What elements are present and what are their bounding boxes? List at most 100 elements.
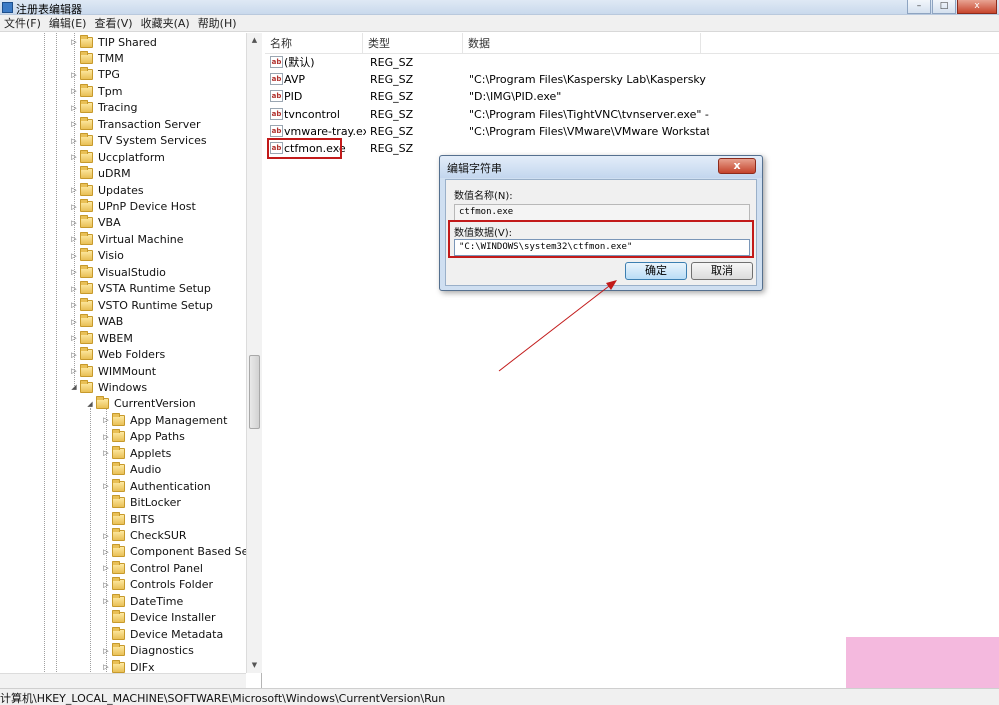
tree-node[interactable]: ◢ CurrentVersion: [86, 396, 196, 412]
scroll-down-arrow[interactable]: ▼: [247, 658, 262, 673]
tree-node[interactable]: ▷ Web Folders: [70, 347, 165, 363]
expand-arrow-icon[interactable]: ▷: [70, 219, 78, 227]
tree-node[interactable]: ▷ TV System Services: [70, 133, 207, 149]
expand-arrow-icon[interactable]: ▷: [102, 416, 110, 424]
minimize-button[interactable]: –: [907, 0, 931, 14]
expand-arrow-icon[interactable]: ▷: [70, 351, 78, 359]
tree-horizontal-scrollbar[interactable]: [0, 673, 246, 688]
dialog-close-button[interactable]: x: [718, 158, 756, 174]
expand-arrow-icon[interactable]: ▷: [70, 186, 78, 194]
expand-arrow-icon[interactable]: ▷: [70, 252, 78, 260]
value-row[interactable]: ab tvncontrol REG_SZ "C:\Program Files\Tigh…: [265, 106, 999, 123]
tree-node[interactable]: Device Metadata: [102, 626, 223, 642]
tree-node[interactable]: BitLocker: [102, 495, 181, 511]
tree-node[interactable]: ▷ WIMMount: [70, 363, 156, 379]
menu-view[interactable]: 查看(V): [90, 15, 136, 31]
tree-node[interactable]: ▷ Control Panel: [102, 560, 203, 576]
expand-arrow-icon[interactable]: ▷: [102, 482, 110, 490]
tree-node[interactable]: ▷ Updates: [70, 182, 144, 198]
registry-tree[interactable]: ▷ TIP Shared TMM ▷ TPG ▷ Tpm ▷ Tracing ▷ Transacti…: [0, 33, 262, 688]
tree-node[interactable]: ▷ Virtual Machine: [70, 231, 184, 247]
tree-node[interactable]: ▷ UPnP Device Host: [70, 199, 196, 215]
tree-node[interactable]: ▷ DateTime: [102, 593, 183, 609]
expand-arrow-icon[interactable]: ▷: [70, 367, 78, 375]
tree-node[interactable]: ▷ Visio: [70, 248, 124, 264]
expand-arrow-icon[interactable]: ▷: [102, 581, 110, 589]
folder-icon: [112, 511, 125, 525]
menu-help[interactable]: 帮助(H): [194, 15, 241, 31]
expand-arrow-icon[interactable]: ▷: [70, 301, 78, 309]
tree-node[interactable]: ▷ Authentication: [102, 478, 211, 494]
expand-arrow-icon[interactable]: ▷: [70, 235, 78, 243]
value-row[interactable]: ab PID REG_SZ "D:\IMG\PID.exe": [265, 88, 999, 105]
tree-node[interactable]: ▷ CheckSUR: [102, 528, 187, 544]
expand-arrow-icon[interactable]: ▷: [102, 597, 110, 605]
tree-node[interactable]: ▷ WBEM: [70, 330, 133, 346]
ok-button[interactable]: 确定: [625, 262, 687, 280]
expand-arrow-icon[interactable]: ▷: [102, 564, 110, 572]
column-type[interactable]: 类型: [363, 33, 463, 54]
scroll-thumb[interactable]: [249, 355, 260, 429]
expand-arrow-icon[interactable]: ▷: [70, 203, 78, 211]
menu-edit[interactable]: 编辑(E): [45, 15, 91, 31]
tree-node[interactable]: ▷ VBA: [70, 215, 121, 231]
expand-arrow-icon[interactable]: ▷: [102, 663, 110, 671]
expand-arrow-icon[interactable]: ▷: [70, 38, 78, 46]
tree-node[interactable]: ▷ Tpm: [70, 83, 122, 99]
cancel-button[interactable]: 取消: [691, 262, 753, 280]
value-row[interactable]: ab (默认) REG_SZ: [265, 54, 999, 71]
tree-node[interactable]: ▷ Controls Folder: [102, 577, 213, 593]
expand-arrow-icon[interactable]: ▷: [70, 137, 78, 145]
column-data[interactable]: 数据: [463, 33, 701, 54]
tree-node[interactable]: ▷ TPG: [70, 67, 120, 83]
tree-node[interactable]: ▷ WAB: [70, 314, 123, 330]
tree-node[interactable]: ▷ Tracing: [70, 100, 137, 116]
expand-arrow-icon[interactable]: ▷: [70, 71, 78, 79]
expand-arrow-icon[interactable]: ▷: [70, 268, 78, 276]
tree-vertical-scrollbar[interactable]: ▲ ▼: [246, 33, 262, 673]
tree-node[interactable]: ▷ VisualStudio: [70, 264, 166, 280]
expand-arrow-icon[interactable]: ▷: [102, 532, 110, 540]
tree-node[interactable]: BITS: [102, 511, 155, 527]
expand-arrow-icon[interactable]: ▷: [70, 318, 78, 326]
tree-node[interactable]: uDRM: [70, 166, 131, 182]
tree-node[interactable]: ◢ Windows: [70, 379, 147, 395]
tree-node[interactable]: ▷ Transaction Server: [70, 116, 201, 132]
tree-node[interactable]: TMM: [70, 50, 124, 66]
tree-node[interactable]: ▷ Applets: [102, 445, 171, 461]
expand-arrow-icon[interactable]: ▷: [70, 153, 78, 161]
tree-node[interactable]: ▷ Diagnostics: [102, 643, 194, 659]
expand-arrow-icon[interactable]: ▷: [70, 285, 78, 293]
expand-arrow-icon[interactable]: ▷: [102, 449, 110, 457]
collapse-arrow-icon[interactable]: ◢: [70, 383, 78, 391]
folder-icon: [80, 248, 93, 262]
close-button[interactable]: x: [957, 0, 997, 14]
tree-node[interactable]: ▷ VSTO Runtime Setup: [70, 297, 213, 313]
expand-arrow-icon[interactable]: ▷: [70, 87, 78, 95]
tree-node[interactable]: ▷ Component Based Servi: [102, 544, 261, 560]
value-row[interactable]: ab AVP REG_SZ "C:\Program Files\Kaspersky L…: [265, 71, 999, 88]
tree-node[interactable]: ▷ TIP Shared: [70, 34, 157, 50]
tree-node[interactable]: ▷ App Management: [102, 412, 227, 428]
expand-arrow-icon[interactable]: ▷: [70, 334, 78, 342]
maximize-button[interactable]: □: [932, 0, 956, 14]
expand-arrow-icon[interactable]: ▷: [70, 104, 78, 112]
tree-node[interactable]: Audio: [102, 462, 161, 478]
column-name[interactable]: 名称: [265, 33, 363, 54]
tree-node-label: Control Panel: [130, 561, 203, 575]
folder-icon: [112, 544, 125, 558]
menu-favorites[interactable]: 收藏夹(A): [137, 15, 194, 31]
scroll-up-arrow[interactable]: ▲: [247, 33, 262, 48]
tree-node[interactable]: ▷ Uccplatform: [70, 149, 165, 165]
collapse-arrow-icon[interactable]: ◢: [86, 400, 94, 408]
tree-node[interactable]: ▷ VSTA Runtime Setup: [70, 281, 211, 297]
expand-arrow-icon[interactable]: ▷: [102, 548, 110, 556]
expand-arrow-icon[interactable]: ▷: [70, 120, 78, 128]
tree-node[interactable]: Device Installer: [102, 610, 216, 626]
tree-node[interactable]: ▷ App Paths: [102, 429, 185, 445]
value-row[interactable]: abvmware-tray.exeREG_SZ"C:\Program Files…: [265, 123, 999, 140]
tree-node-label: WBEM: [98, 331, 133, 345]
expand-arrow-icon[interactable]: ▷: [102, 647, 110, 655]
menu-file[interactable]: 文件(F): [0, 15, 45, 31]
expand-arrow-icon[interactable]: ▷: [102, 433, 110, 441]
